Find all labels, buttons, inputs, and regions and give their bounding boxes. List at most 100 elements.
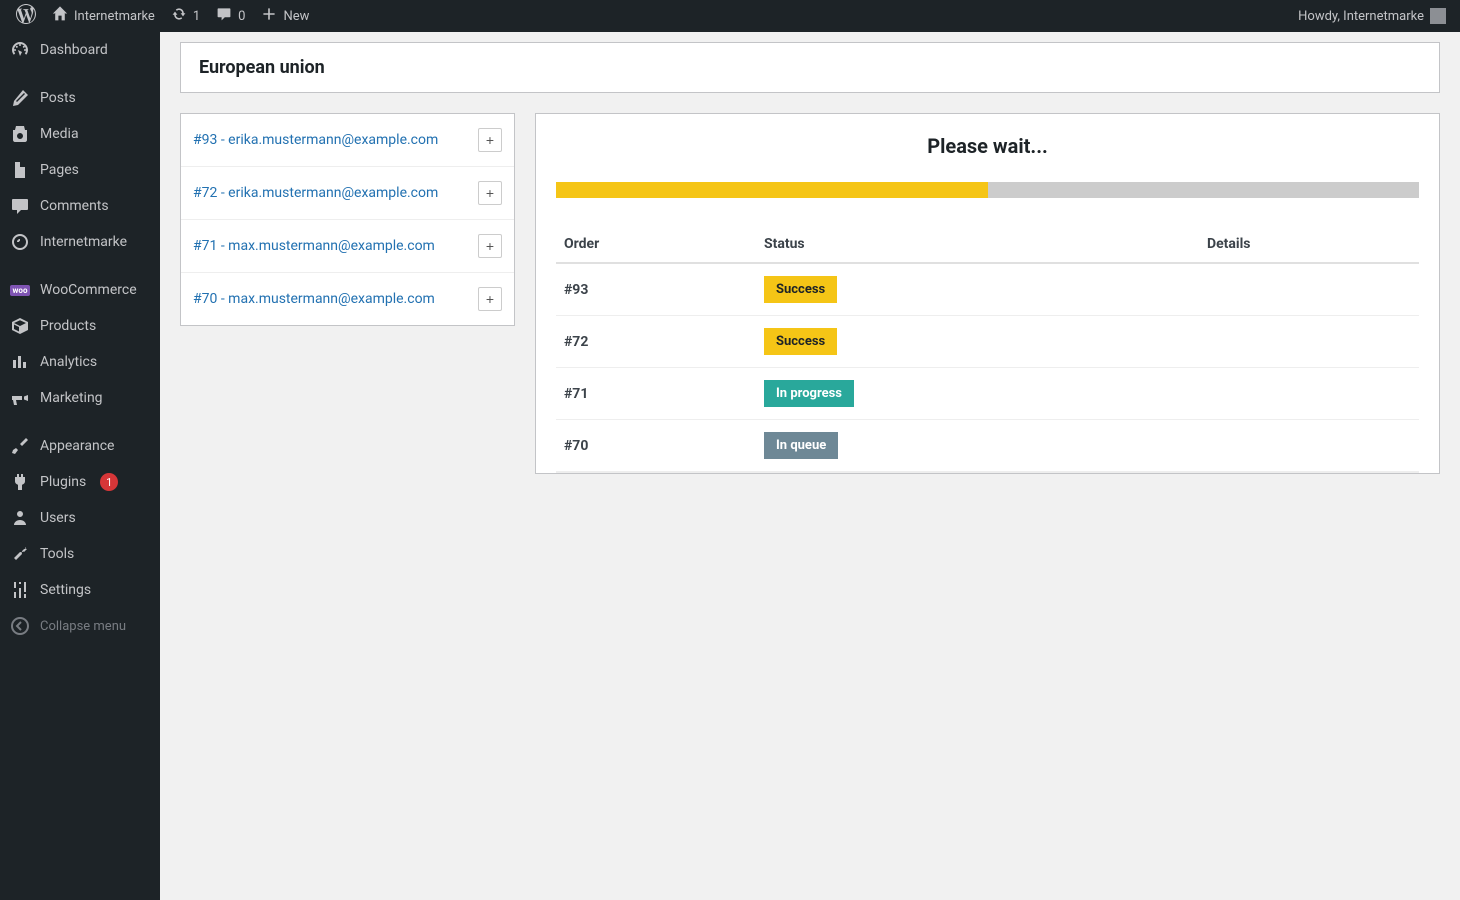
- sidebar-separator: [0, 68, 160, 80]
- status-row: #71 In progress: [556, 368, 1419, 420]
- sidebar-item-marketing[interactable]: Marketing: [0, 380, 160, 416]
- sidebar-item-users[interactable]: Users: [0, 500, 160, 536]
- greeting-text: Howdy, Internetmarke: [1298, 9, 1424, 24]
- updates-link[interactable]: 1: [163, 0, 208, 32]
- sidebar-item-label: Tools: [40, 546, 74, 562]
- status-panel: Please wait... Order Status Details #93 …: [535, 113, 1440, 474]
- woocommerce-icon: woo: [10, 280, 30, 300]
- order-link[interactable]: #93 - erika.mustermann@example.com: [193, 132, 438, 148]
- sidebar-item-appearance[interactable]: Appearance: [0, 428, 160, 464]
- sidebar-item-label: Pages: [40, 162, 79, 178]
- progress-bar: [556, 182, 1419, 198]
- sidebar-item-label: Settings: [40, 582, 91, 598]
- new-content-link[interactable]: New: [253, 0, 317, 32]
- expand-button[interactable]: +: [478, 287, 502, 311]
- sidebar-item-products[interactable]: Products: [0, 308, 160, 344]
- col-order-header: Order: [556, 226, 756, 263]
- status-heading: Please wait...: [556, 134, 1419, 158]
- plus-icon: [261, 6, 277, 26]
- posts-icon: [10, 88, 30, 108]
- site-name-link[interactable]: Internetmarke: [44, 0, 163, 32]
- status-details-cell: [1199, 420, 1419, 473]
- tools-icon: [10, 544, 30, 564]
- status-table: Order Status Details #93 Success #72 Suc…: [556, 226, 1419, 473]
- sidebar-item-internetmarke[interactable]: Internetmarke: [0, 224, 160, 260]
- appearance-icon: [10, 436, 30, 456]
- status-badge: In progress: [764, 380, 854, 407]
- sidebar-item-dashboard[interactable]: Dashboard: [0, 32, 160, 68]
- status-badge: Success: [764, 276, 837, 303]
- sidebar-item-woocommerce[interactable]: woo WooCommerce: [0, 272, 160, 308]
- comments-icon: [10, 196, 30, 216]
- col-details-header: Details: [1199, 226, 1419, 263]
- marketing-icon: [10, 388, 30, 408]
- wordpress-icon: [16, 4, 36, 28]
- status-order-cell: #71: [556, 368, 756, 420]
- analytics-icon: [10, 352, 30, 372]
- order-item: #70 - max.mustermann@example.com +: [181, 273, 514, 325]
- progress-fill: [556, 182, 988, 198]
- new-label: New: [283, 9, 309, 24]
- main-content: European union #93 - erika.mustermann@ex…: [160, 32, 1460, 494]
- page-header: European union: [180, 42, 1440, 93]
- home-icon: [52, 6, 68, 26]
- sidebar-item-settings[interactable]: Settings: [0, 572, 160, 608]
- comments-link[interactable]: 0: [208, 0, 253, 32]
- wp-logo[interactable]: [8, 0, 44, 32]
- plugins-update-badge: 1: [100, 473, 118, 491]
- sidebar-item-posts[interactable]: Posts: [0, 80, 160, 116]
- site-name-text: Internetmarke: [74, 9, 155, 24]
- status-badge: In queue: [764, 432, 838, 459]
- collapse-menu[interactable]: Collapse menu: [0, 608, 160, 644]
- pages-icon: [10, 160, 30, 180]
- sidebar-item-label: Plugins: [40, 474, 86, 490]
- status-row: #93 Success: [556, 263, 1419, 316]
- sidebar-item-analytics[interactable]: Analytics: [0, 344, 160, 380]
- sidebar-item-label: Media: [40, 126, 79, 142]
- expand-button[interactable]: +: [478, 128, 502, 152]
- sidebar-item-label: Users: [40, 510, 76, 526]
- sidebar-item-label: Posts: [40, 90, 76, 106]
- status-order-cell: #93: [556, 263, 756, 316]
- order-item: #93 - erika.mustermann@example.com +: [181, 114, 514, 167]
- content-row: #93 - erika.mustermann@example.com + #72…: [180, 113, 1440, 474]
- collapse-label: Collapse menu: [40, 619, 126, 634]
- sidebar-item-label: Internetmarke: [40, 234, 127, 250]
- products-icon: [10, 316, 30, 336]
- status-row: #70 In queue: [556, 420, 1419, 473]
- status-order-cell: #72: [556, 316, 756, 368]
- sidebar-item-label: Products: [40, 318, 96, 334]
- internetmarke-icon: [10, 232, 30, 252]
- status-details-cell: [1199, 263, 1419, 316]
- sidebar-item-label: WooCommerce: [40, 282, 137, 298]
- expand-button[interactable]: +: [478, 181, 502, 205]
- sidebar-item-media[interactable]: Media: [0, 116, 160, 152]
- plugins-icon: [10, 472, 30, 492]
- sidebar-item-tools[interactable]: Tools: [0, 536, 160, 572]
- order-link[interactable]: #72 - erika.mustermann@example.com: [193, 185, 438, 201]
- status-details-cell: [1199, 316, 1419, 368]
- expand-button[interactable]: +: [478, 234, 502, 258]
- col-status-header: Status: [756, 226, 1199, 263]
- order-item: #72 - erika.mustermann@example.com +: [181, 167, 514, 220]
- admin-bar-left: Internetmarke 1 0 New: [8, 0, 317, 32]
- comments-count: 0: [238, 9, 245, 24]
- updates-count: 1: [193, 9, 200, 24]
- status-details-cell: [1199, 368, 1419, 420]
- update-icon: [171, 6, 187, 26]
- avatar: [1430, 8, 1446, 24]
- settings-icon: [10, 580, 30, 600]
- sidebar-item-label: Marketing: [40, 390, 103, 406]
- sidebar-item-label: Appearance: [40, 438, 114, 454]
- status-order-cell: #70: [556, 420, 756, 473]
- order-link[interactable]: #70 - max.mustermann@example.com: [193, 291, 435, 307]
- sidebar-item-plugins[interactable]: Plugins 1: [0, 464, 160, 500]
- sidebar-item-pages[interactable]: Pages: [0, 152, 160, 188]
- sidebar-item-comments[interactable]: Comments: [0, 188, 160, 224]
- sidebar-item-label: Dashboard: [40, 42, 108, 58]
- status-badge: Success: [764, 328, 837, 355]
- order-link[interactable]: #71 - max.mustermann@example.com: [193, 238, 435, 254]
- admin-sidebar: Dashboard Posts Media Pages Comments Int…: [0, 32, 160, 900]
- status-row: #72 Success: [556, 316, 1419, 368]
- account-link[interactable]: Howdy, Internetmarke: [1298, 8, 1452, 24]
